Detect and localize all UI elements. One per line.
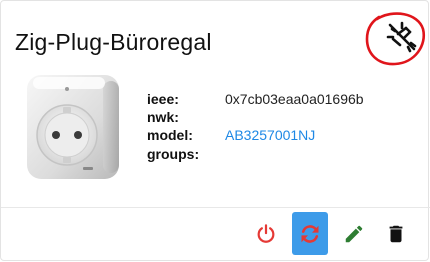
model-label: model:	[147, 127, 193, 143]
device-image	[27, 75, 119, 179]
ieee-label: ieee:	[147, 91, 179, 107]
device-card: Zig-Plug-Büroregal ieee: 0x7cb03eaa0a016…	[0, 0, 430, 261]
nwk-label: nwk:	[147, 109, 179, 125]
pencil-icon	[345, 225, 363, 242]
groups-label: groups:	[147, 146, 200, 162]
ieee-value: 0x7cb03eaa0a01696b	[225, 91, 364, 107]
annotation-circle	[365, 12, 426, 66]
device-title: Zig-Plug-Büroregal	[15, 29, 212, 55]
power-button[interactable]	[248, 212, 284, 255]
power-icon	[257, 223, 275, 243]
delete-button[interactable]	[378, 212, 414, 255]
model-link[interactable]: AB3257001NJ	[225, 127, 315, 143]
edit-button[interactable]	[336, 212, 372, 255]
divider	[1, 207, 430, 208]
reconfigure-button[interactable]	[292, 212, 328, 255]
sync-icon	[301, 224, 319, 243]
trash-icon	[389, 225, 403, 242]
